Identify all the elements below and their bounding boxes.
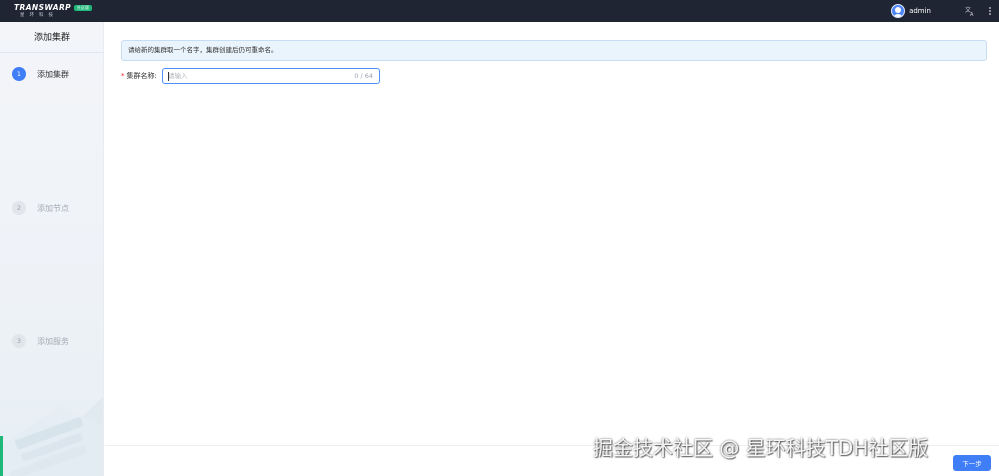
- logo-text: TRANSWARP: [14, 3, 72, 12]
- char-counter: 0 / 64: [354, 72, 373, 80]
- translate-icon[interactable]: 文A: [965, 6, 975, 18]
- sidebar: 添加集群 1 添加集群 2 添加节点 3 添加服务: [0, 22, 104, 476]
- next-step-button[interactable]: 下一步: [953, 455, 991, 471]
- transwarp-logo[interactable]: TRANSWARP 星环科技 社区版: [14, 3, 104, 19]
- cluster-name-input[interactable]: [168, 70, 338, 82]
- sidebar-divider: [0, 52, 103, 53]
- active-indicator: [0, 436, 3, 476]
- more-vertical-icon[interactable]: [987, 5, 993, 17]
- sidebar-title: 添加集群: [33, 33, 70, 43]
- username[interactable]: admin: [909, 7, 931, 15]
- step-add-node: 2 添加节点: [12, 201, 69, 215]
- text-caret: [168, 72, 169, 81]
- step-number: 2: [12, 201, 26, 215]
- sidebar-decoration: [0, 396, 103, 476]
- cluster-name-field[interactable]: 0 / 64: [162, 68, 380, 84]
- watermark: 掘金技术社区 @ 星环科技TDH社区版: [593, 436, 929, 460]
- cluster-name-label: 集群名称:: [126, 72, 157, 80]
- avatar[interactable]: [891, 4, 906, 18]
- edition-badge: 社区版: [74, 5, 92, 11]
- main-content: 请给新的集群取一个名字，集群创建后仍可重命名。 * 集群名称: 0 / 64 掘…: [105, 22, 999, 476]
- top-bar: TRANSWARP 星环科技 社区版 admin 文A: [0, 0, 999, 22]
- step-label: 添加节点: [37, 203, 69, 213]
- user-menu[interactable]: admin: [891, 3, 931, 19]
- step-add-cluster: 1 添加集群: [12, 67, 69, 81]
- step-number: 1: [12, 67, 26, 81]
- cluster-name-form-row: * 集群名称: 0 / 64: [121, 68, 380, 84]
- required-mark: *: [121, 72, 125, 80]
- info-alert: 请给新的集群取一个名字，集群创建后仍可重命名。: [121, 40, 987, 61]
- step-label: 添加集群: [37, 69, 69, 79]
- logo-subtitle: 星环科技: [20, 13, 58, 18]
- svg-text:A: A: [970, 12, 974, 16]
